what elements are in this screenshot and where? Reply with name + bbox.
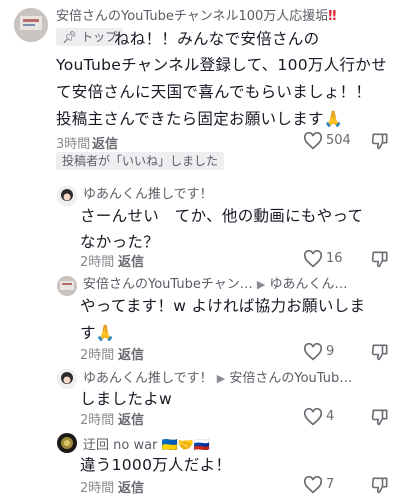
username-text[interactable]: 安倍さんのYouTubeチャンネル100万人応援垢 (56, 9, 328, 24)
like-count: 16 (326, 251, 343, 266)
comment-time: 2時間 (80, 413, 115, 428)
avatar[interactable] (57, 276, 77, 296)
comment-text-line: て安倍さんに天国で喜んでもらいましょ！！ (56, 83, 372, 101)
comment-text-line: やってます！w よければ協力お願いしま (80, 297, 366, 315)
comment-username[interactable]: 安倍さんのYouTubeチャン… ▶ ゆあんくん… (83, 273, 348, 292)
reply-button[interactable]: 返信 (118, 477, 144, 496)
avatar[interactable] (14, 8, 48, 42)
avatar[interactable] (57, 369, 77, 389)
username-text[interactable]: 安倍さんのYouTubeチャン… (83, 277, 253, 292)
comment-text-line: 投稿主さんできたら固定お願いします🙏 (56, 110, 344, 128)
comment-time: 2時間 (80, 255, 115, 270)
reply-to-username[interactable]: ゆあんくん… (269, 277, 347, 292)
triangle-right-icon: ▶ (256, 278, 266, 291)
comment-text-line: なかった？ (80, 233, 160, 251)
liked-by-creator-badge: 投稿者が「いいね」しました (56, 152, 225, 170)
comment-text-line: 違う1000万人だよ！ (80, 456, 232, 474)
like-count: 504 (326, 133, 351, 148)
reply-button[interactable]: 返信 (118, 344, 144, 363)
pin-icon: 📌︎ (62, 30, 78, 44)
heart-outline-icon[interactable] (303, 343, 323, 361)
like-count: 4 (326, 409, 335, 424)
heart-outline-icon[interactable] (303, 250, 323, 268)
thumbs-down-icon[interactable] (370, 131, 390, 151)
thumbs-down-icon[interactable] (370, 342, 390, 362)
avatar[interactable] (57, 433, 77, 453)
heart-outline-icon[interactable] (303, 408, 323, 426)
like-count: 7 (326, 477, 335, 492)
thumbs-down-icon[interactable] (370, 475, 390, 495)
comment-text-line: ねね！！みんなで安倍さんの (114, 30, 320, 48)
comment-username[interactable]: ゆあんくん推しです！ (83, 183, 213, 202)
comment-time: 2時間 (80, 348, 115, 363)
comment-time: 2時間 (80, 481, 115, 496)
reply-button[interactable]: 返信 (118, 409, 144, 428)
alert-icon: ‼ (328, 9, 337, 24)
comment-username[interactable]: 安倍さんのYouTubeチャンネル100万人応援垢‼ (56, 5, 336, 24)
thumbs-down-icon[interactable] (370, 407, 390, 427)
comment-time: 3時間 (56, 137, 91, 152)
username-text[interactable]: ゆあんくん推しです！ (83, 371, 213, 386)
comment-text-line: さーんせい てか、他の動画にもやって (80, 207, 364, 225)
like-count: 9 (326, 344, 335, 359)
heart-outline-icon[interactable] (303, 476, 323, 494)
comment-text-line: す🙏 (80, 324, 116, 342)
avatar[interactable] (57, 186, 77, 206)
heart-outline-icon[interactable] (303, 132, 323, 150)
comment-username[interactable]: 迂回 no war 🇺🇦🤝🇷🇺 (83, 434, 210, 453)
pin-label: トップ (81, 30, 118, 44)
comment-username[interactable]: ゆあんくん推しです！ ▶ 安倍さんのYouTub… (83, 367, 352, 386)
reply-button[interactable]: 返信 (92, 133, 118, 152)
comment-text-line: YouTubeチャンネル登録して、100万人行かせ (56, 56, 387, 74)
reply-to-username[interactable]: 安倍さんのYouTub… (229, 371, 352, 386)
triangle-right-icon: ▶ (216, 372, 226, 385)
reply-button[interactable]: 返信 (118, 251, 144, 270)
thumbs-down-icon[interactable] (370, 249, 390, 269)
comment-text-line: しましたよw (80, 390, 172, 408)
